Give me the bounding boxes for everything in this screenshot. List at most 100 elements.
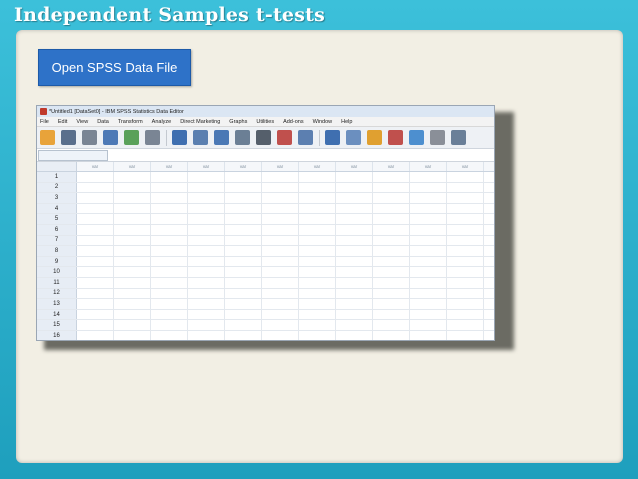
data-cell[interactable] xyxy=(77,246,114,256)
data-cell[interactable] xyxy=(373,330,410,340)
data-cell[interactable] xyxy=(188,320,225,330)
data-cell[interactable] xyxy=(188,277,225,288)
data-cell[interactable] xyxy=(299,320,336,330)
variables-icon[interactable] xyxy=(214,130,229,145)
goto-case-icon[interactable] xyxy=(172,130,187,145)
data-cell[interactable] xyxy=(77,267,114,277)
data-cell[interactable] xyxy=(373,193,410,203)
data-cell[interactable] xyxy=(188,235,225,246)
data-cell[interactable] xyxy=(447,235,484,246)
data-cell[interactable] xyxy=(447,309,484,320)
cell-reference-box[interactable] xyxy=(38,149,108,161)
data-cell[interactable] xyxy=(225,267,262,277)
data-cell[interactable] xyxy=(262,309,299,320)
row-number[interactable]: 16 xyxy=(37,330,77,340)
data-cell[interactable] xyxy=(77,330,114,340)
data-cell[interactable] xyxy=(225,203,262,214)
split-data-icon[interactable] xyxy=(325,130,340,145)
undo-icon[interactable] xyxy=(124,130,139,145)
menu-item-data[interactable]: Data xyxy=(97,119,109,125)
data-cell[interactable] xyxy=(225,235,262,246)
menu-item-transform[interactable]: Transform xyxy=(118,119,143,125)
data-cell[interactable] xyxy=(225,309,262,320)
data-cell[interactable] xyxy=(114,172,151,182)
data-cell[interactable] xyxy=(447,256,484,267)
data-cell[interactable] xyxy=(262,246,299,256)
data-cell[interactable] xyxy=(77,235,114,246)
data-cell[interactable] xyxy=(447,330,484,340)
row-number[interactable]: 6 xyxy=(37,224,77,235)
row-number[interactable]: 3 xyxy=(37,193,77,203)
data-cell[interactable] xyxy=(336,182,373,193)
data-cell[interactable] xyxy=(299,172,336,182)
column-header-var[interactable]: var xyxy=(151,162,188,171)
data-cell[interactable] xyxy=(114,214,151,224)
data-cell[interactable] xyxy=(410,330,447,340)
data-cell[interactable] xyxy=(299,193,336,203)
data-cell[interactable] xyxy=(114,224,151,235)
column-header-var[interactable]: var xyxy=(410,162,447,171)
data-cell[interactable] xyxy=(114,182,151,193)
data-cell[interactable] xyxy=(151,172,188,182)
data-cell[interactable] xyxy=(336,235,373,246)
data-cell[interactable] xyxy=(410,309,447,320)
data-cell[interactable] xyxy=(151,214,188,224)
data-cell[interactable] xyxy=(114,277,151,288)
data-cell[interactable] xyxy=(262,330,299,340)
data-cell[interactable] xyxy=(188,214,225,224)
data-cell[interactable] xyxy=(77,214,114,224)
column-header-var[interactable]: var xyxy=(299,162,336,171)
menu-item-utilities[interactable]: Utilities xyxy=(256,119,274,125)
data-cell[interactable] xyxy=(262,288,299,299)
data-cell[interactable] xyxy=(151,235,188,246)
data-cell[interactable] xyxy=(188,256,225,267)
menu-item-file[interactable]: File xyxy=(40,119,49,125)
data-cell[interactable] xyxy=(151,246,188,256)
menu-item-help[interactable]: Help xyxy=(341,119,352,125)
data-cell[interactable] xyxy=(373,277,410,288)
row-number[interactable]: 11 xyxy=(37,277,77,288)
data-cell[interactable] xyxy=(114,299,151,309)
menu-item-view[interactable]: View xyxy=(76,119,88,125)
data-cell[interactable] xyxy=(262,299,299,309)
data-cell[interactable] xyxy=(447,267,484,277)
data-cell[interactable] xyxy=(373,224,410,235)
menu-item-graphs[interactable]: Graphs xyxy=(229,119,247,125)
data-cell[interactable] xyxy=(262,182,299,193)
data-cell[interactable] xyxy=(225,256,262,267)
data-cell[interactable] xyxy=(262,224,299,235)
data-cell[interactable] xyxy=(151,224,188,235)
data-cell[interactable] xyxy=(447,299,484,309)
data-cell[interactable] xyxy=(262,277,299,288)
data-cell[interactable] xyxy=(262,193,299,203)
data-cell[interactable] xyxy=(151,288,188,299)
data-cell[interactable] xyxy=(336,214,373,224)
show-all-icon[interactable] xyxy=(430,130,445,145)
data-cell[interactable] xyxy=(447,203,484,214)
data-cell[interactable] xyxy=(410,288,447,299)
data-cell[interactable] xyxy=(114,309,151,320)
data-cell[interactable] xyxy=(225,320,262,330)
open-folder-icon[interactable] xyxy=(40,130,55,145)
dialog-recall-icon[interactable] xyxy=(103,130,118,145)
data-cell[interactable] xyxy=(336,288,373,299)
data-cell[interactable] xyxy=(299,267,336,277)
data-cell[interactable] xyxy=(299,182,336,193)
goto-variable-icon[interactable] xyxy=(193,130,208,145)
data-cell[interactable] xyxy=(299,330,336,340)
data-cell[interactable] xyxy=(299,299,336,309)
data-cell[interactable] xyxy=(188,224,225,235)
data-cell[interactable] xyxy=(336,172,373,182)
data-cell[interactable] xyxy=(299,309,336,320)
column-header-var[interactable]: var xyxy=(262,162,299,171)
data-cell[interactable] xyxy=(410,214,447,224)
value-labels-icon[interactable] xyxy=(388,130,403,145)
data-cell[interactable] xyxy=(188,299,225,309)
data-cell[interactable] xyxy=(225,182,262,193)
data-cell[interactable] xyxy=(373,256,410,267)
row-number[interactable]: 8 xyxy=(37,246,77,256)
data-cell[interactable] xyxy=(225,246,262,256)
data-cell[interactable] xyxy=(373,320,410,330)
data-cell[interactable] xyxy=(373,214,410,224)
data-cell[interactable] xyxy=(299,214,336,224)
